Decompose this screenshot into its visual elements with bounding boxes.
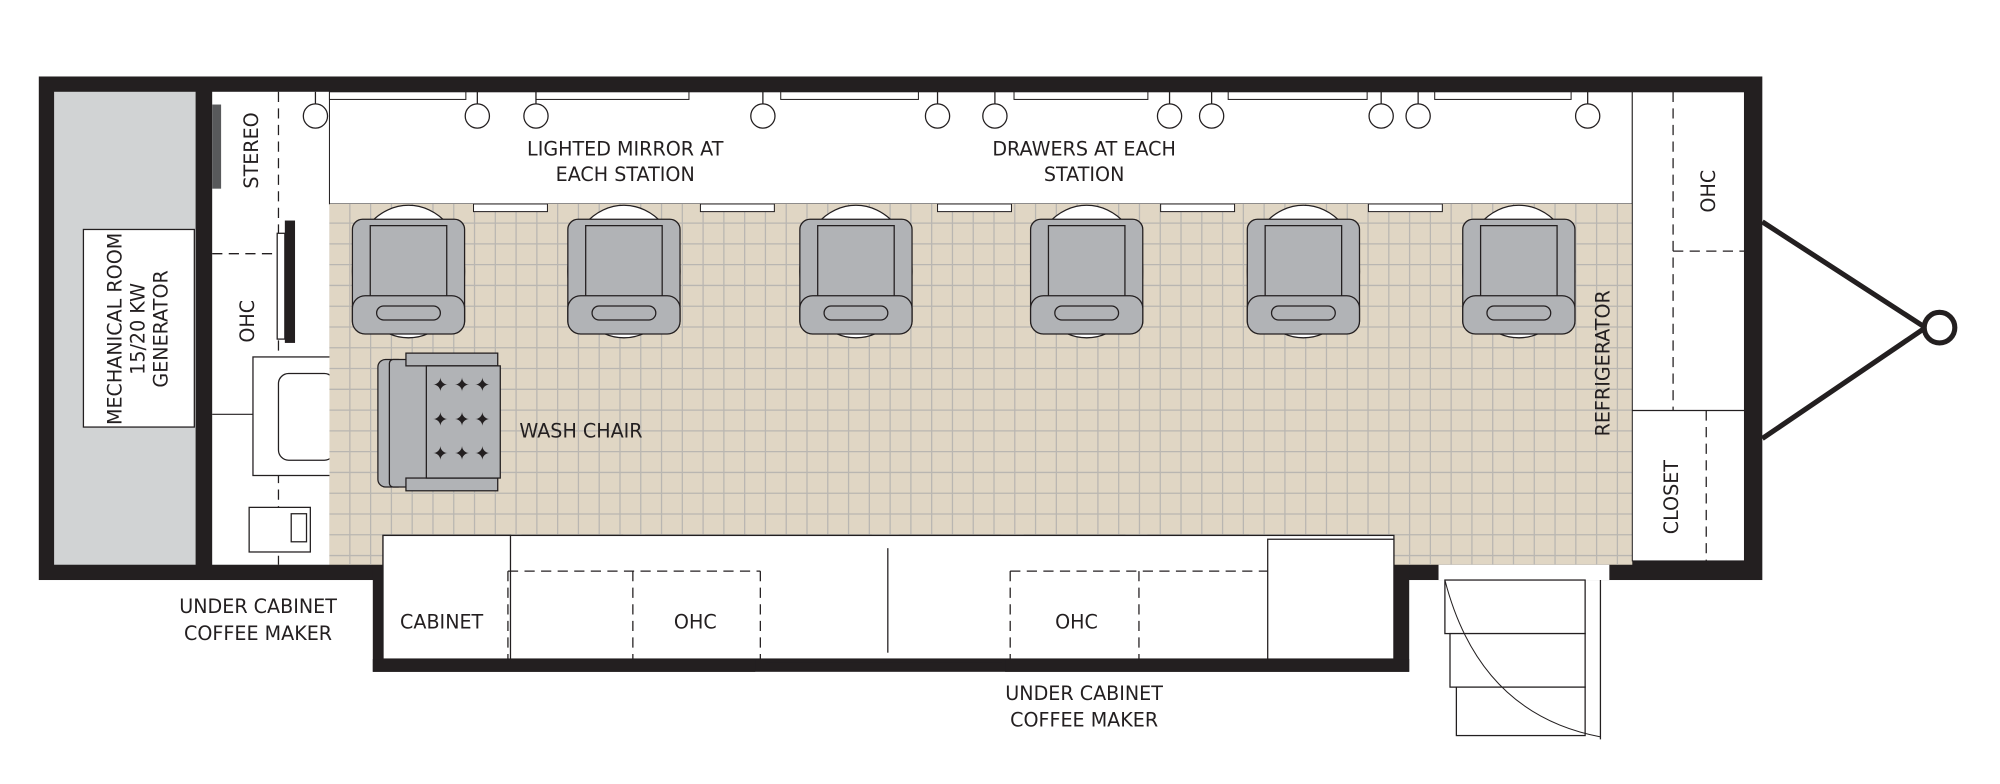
mirror <box>328 91 467 100</box>
left-service-column <box>212 91 330 565</box>
coffee-maker-bottom-label: UNDER CABINET <box>1005 682 1163 705</box>
ohc-bottom-left-label: OHC <box>674 610 717 633</box>
coffee-maker-bottom-label: COFFEE MAKER <box>1010 709 1158 732</box>
light-bulb-icon <box>1574 103 1601 129</box>
styling-chair <box>351 204 466 339</box>
mirror <box>1227 91 1368 100</box>
label-line: 15/20 KW <box>127 283 150 375</box>
tuft-icon: ✦ <box>432 373 448 396</box>
light-bulb-icon <box>982 103 1008 129</box>
drawer <box>472 203 548 213</box>
light-bulb-icon <box>750 103 776 129</box>
stereo-label: STEREO <box>240 112 263 188</box>
label-line: GENERATOR <box>150 270 173 387</box>
floor-plan: MECHANICAL ROOM 15/20 KW GENERATOR STERE… <box>38 76 1958 740</box>
mirror <box>1013 91 1149 100</box>
drawer <box>937 203 1012 213</box>
mirror <box>780 91 919 100</box>
light-bulb-icon <box>523 103 549 129</box>
drawer <box>1160 203 1236 213</box>
wash-chair: ✦ ✦ ✦✦ ✦ ✦✦ ✦ ✦ <box>377 352 501 492</box>
tuft-icon: ✦ <box>454 442 470 465</box>
drawers-label: STATION <box>1044 163 1125 186</box>
coffee-maker-left-label: UNDER CABINET <box>179 595 337 618</box>
tuft-icon: ✦ <box>454 408 470 431</box>
tv-screen <box>284 220 296 343</box>
styling-chair <box>567 204 681 339</box>
ohc-right-label: OHC <box>1697 170 1720 213</box>
tuft-icon: ✦ <box>454 373 470 396</box>
styling-chair <box>1246 204 1361 339</box>
stereo-unit <box>212 104 222 189</box>
cabinet-label: CABINET <box>400 610 484 633</box>
styling-chair <box>1462 204 1576 339</box>
drawer <box>1367 203 1443 213</box>
light-bulb-icon <box>1156 103 1183 129</box>
ohc-left-label: OHC <box>236 300 259 343</box>
drawers-label: DRAWERS AT EACH <box>992 138 1176 161</box>
tuft-icon: ✦ <box>474 373 490 396</box>
refrigerator-label: REFRIGERATOR <box>1591 290 1614 436</box>
styling-chair <box>799 204 913 339</box>
tuft-icon: ✦ <box>432 442 448 465</box>
wash-chair-label: WASH CHAIR <box>519 419 642 442</box>
light-bulb-icon <box>924 103 951 129</box>
light-bulb-icon <box>1368 103 1394 129</box>
ohc-bottom-right-label: OHC <box>1055 610 1098 633</box>
label-line: MECHANICAL ROOM <box>104 233 127 425</box>
right-cabinets <box>1631 91 1745 562</box>
tile-floor <box>329 203 1633 565</box>
tuft-icon: ✦ <box>474 442 490 465</box>
entry-stairs <box>1444 579 1602 740</box>
styling-chair <box>1029 204 1144 339</box>
light-bulb-icon <box>464 103 491 129</box>
mirror-counter <box>328 91 1633 205</box>
tuft-icon: ✦ <box>474 408 490 431</box>
lighted-mirror-label: EACH STATION <box>556 163 695 186</box>
entry-door-opening <box>1438 564 1610 581</box>
bottom-counters <box>382 534 1395 664</box>
drawer <box>699 203 775 213</box>
light-bulb-icon <box>1198 103 1225 129</box>
light-bulb-icon <box>302 103 329 129</box>
trailer-hitch <box>1760 219 1958 441</box>
closet-label: CLOSET <box>1660 460 1683 535</box>
lighted-mirror-label: LIGHTED MIRROR AT <box>527 138 724 161</box>
mirror <box>535 91 690 100</box>
light-bulb-icon <box>1405 103 1431 129</box>
coffee-maker-left-label: COFFEE MAKER <box>184 622 332 645</box>
tuft-icon: ✦ <box>432 408 448 431</box>
mirror <box>1434 91 1572 100</box>
